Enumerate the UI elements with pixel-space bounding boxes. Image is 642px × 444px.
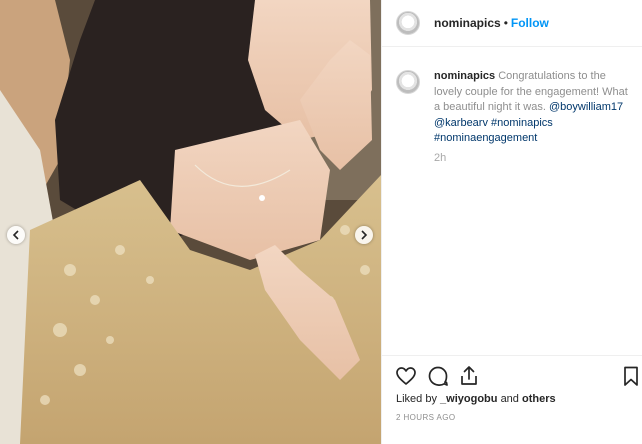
bookmark-icon[interactable] xyxy=(619,364,642,388)
caption-time: 2h xyxy=(434,152,447,164)
caption-avatar[interactable] xyxy=(396,70,420,94)
liked-by-middle: and xyxy=(500,393,519,405)
header-separator: • xyxy=(503,16,508,30)
avatar[interactable] xyxy=(396,11,420,35)
heart-icon[interactable] xyxy=(394,364,418,388)
post-side-panel: nominapics • Follow nominapics Congratulat… xyxy=(381,0,642,444)
mention-link[interactable]: @boywilliam17 xyxy=(549,101,623,113)
carousel-prev-button[interactable] xyxy=(7,226,25,244)
caption-text: nominapics Congratulations to the lovely… xyxy=(434,69,634,147)
chevron-left-icon xyxy=(12,230,19,240)
caption-username[interactable]: nominapics xyxy=(434,70,495,82)
post-header: nominapics • Follow xyxy=(382,0,642,47)
post-photo[interactable] xyxy=(0,0,381,444)
share-icon[interactable] xyxy=(457,364,481,388)
mention-link[interactable]: @karbearv xyxy=(434,117,488,129)
carousel-next-button[interactable] xyxy=(355,226,373,244)
header-user-line: nominapics • Follow xyxy=(434,16,549,30)
post-timestamp[interactable]: 2 HOURS AGO xyxy=(396,413,456,422)
chevron-right-icon xyxy=(361,230,368,240)
liked-by-others[interactable]: others xyxy=(522,393,556,405)
liked-by: Liked by _wiyogobu and others xyxy=(396,393,556,405)
post-actions: Liked by _wiyogobu and others 2 HOURS AG… xyxy=(382,355,642,444)
header-username[interactable]: nominapics xyxy=(434,16,501,30)
photo-illustration xyxy=(0,0,381,444)
liked-by-prefix: Liked by xyxy=(396,393,437,405)
hashtag-link[interactable]: #nominapics xyxy=(491,117,553,129)
hashtag-link[interactable]: #nominaengagement xyxy=(434,132,537,144)
liked-by-user[interactable]: _wiyogobu xyxy=(440,393,497,405)
follow-button[interactable]: Follow xyxy=(511,16,549,30)
comment-icon[interactable] xyxy=(426,364,450,388)
